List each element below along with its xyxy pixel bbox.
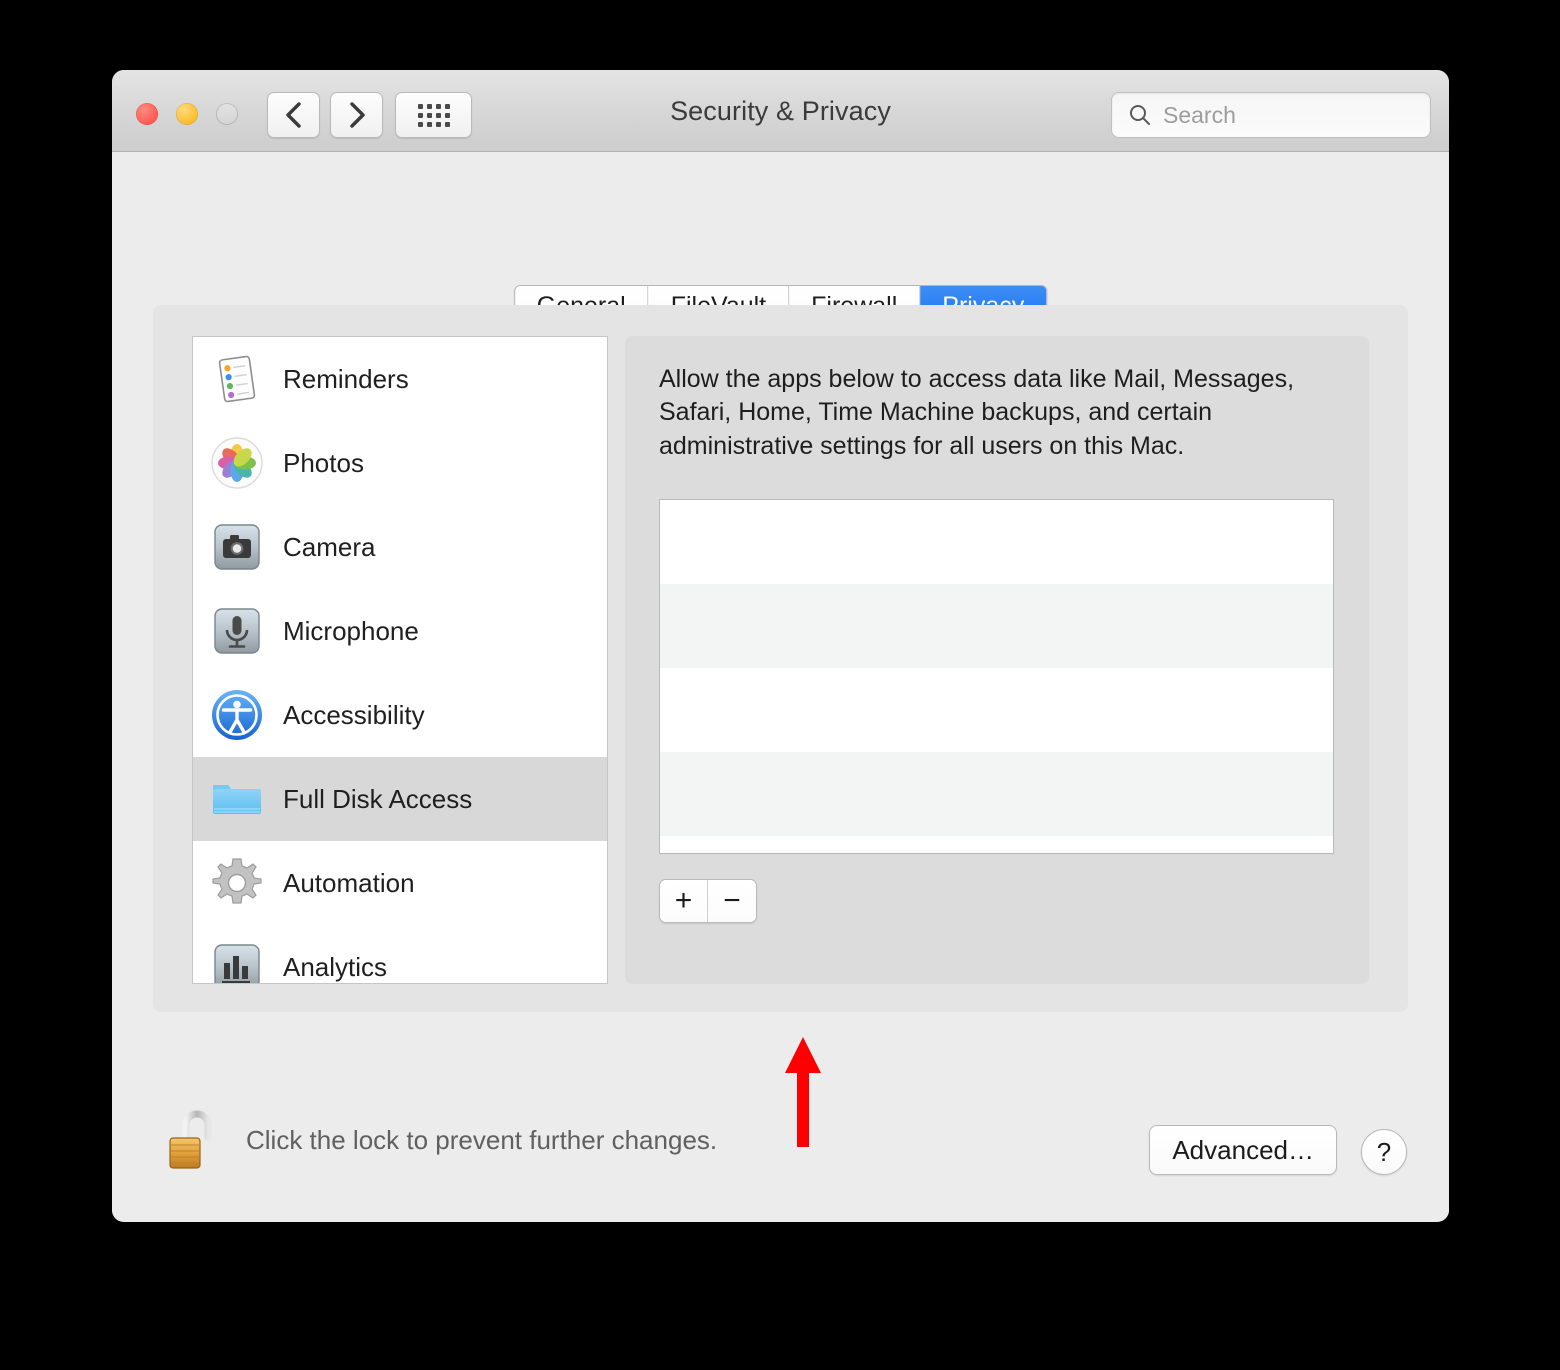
- remove-button[interactable]: −: [708, 880, 756, 922]
- minus-icon: −: [723, 884, 741, 917]
- sidebar-item-label: Camera: [283, 531, 376, 562]
- sidebar-item-label: Analytics: [283, 951, 388, 982]
- sidebar-item-camera[interactable]: Camera: [193, 505, 607, 589]
- sidebar-item-label: Photos: [283, 447, 364, 478]
- plus-icon: +: [674, 884, 693, 917]
- sidebar-item-microphone[interactable]: Microphone: [193, 589, 607, 673]
- list-item[interactable]: [660, 584, 1333, 668]
- photos-icon: [209, 435, 265, 491]
- sidebar-item-reminders[interactable]: Reminders: [193, 337, 607, 421]
- sidebar-item-analytics[interactable]: Analytics: [193, 925, 607, 983]
- sidebar-item-label: Accessibility: [283, 699, 425, 730]
- lock-message: Click the lock to prevent further change…: [246, 1124, 718, 1155]
- list-item[interactable]: [660, 668, 1333, 752]
- sidebar-item-automation[interactable]: Automation: [193, 841, 607, 925]
- list-item[interactable]: [660, 500, 1333, 584]
- add-remove-segmented-control: + −: [659, 879, 757, 923]
- advanced-button[interactable]: Advanced…: [1149, 1125, 1337, 1175]
- window-titlebar: Security & Privacy Search: [112, 70, 1449, 152]
- sidebar-item-label: Reminders: [283, 363, 409, 394]
- window-footer: Click the lock to prevent further change…: [112, 1081, 1449, 1221]
- sidebar-item-label: Automation: [283, 867, 415, 898]
- help-button[interactable]: ?: [1361, 1129, 1407, 1175]
- search-field[interactable]: Search: [1111, 92, 1431, 138]
- lock-control[interactable]: Click the lock to prevent further change…: [164, 1105, 717, 1175]
- list-item[interactable]: [660, 836, 1333, 853]
- sidebar-item-accessibility[interactable]: Accessibility: [193, 673, 607, 757]
- list-item[interactable]: [660, 752, 1333, 836]
- privacy-panel: Reminders Photos Camera Microphone Acces…: [153, 305, 1408, 1012]
- sidebar-item-photos[interactable]: Photos: [193, 421, 607, 505]
- search-placeholder: Search: [1163, 101, 1236, 128]
- microphone-icon: [209, 603, 265, 659]
- analytics-chart-icon: [209, 939, 265, 983]
- sidebar-item-label: Full Disk Access: [283, 783, 473, 814]
- camera-icon: [209, 519, 265, 575]
- preferences-window: Security & Privacy Search General FileVa…: [112, 70, 1449, 1222]
- privacy-description: Allow the apps below to access data like…: [659, 365, 1295, 460]
- gear-icon: [209, 855, 265, 911]
- sidebar-item-label: Microphone: [283, 615, 419, 646]
- privacy-detail-pane: Allow the apps below to access data like…: [625, 336, 1369, 984]
- add-button[interactable]: +: [660, 880, 708, 922]
- sidebar-item-full-disk-access[interactable]: Full Disk Access: [193, 757, 607, 841]
- folder-icon: [209, 771, 265, 827]
- unlocked-padlock-icon: [169, 1110, 212, 1169]
- privacy-service-list[interactable]: Reminders Photos Camera Microphone Acces…: [192, 336, 608, 984]
- accessibility-icon: [209, 687, 265, 743]
- search-icon: [1130, 105, 1150, 125]
- reminders-icon: [209, 351, 265, 407]
- window-body: General FileVault Firewall Privacy: [112, 152, 1449, 1221]
- allowed-apps-list[interactable]: [659, 499, 1334, 854]
